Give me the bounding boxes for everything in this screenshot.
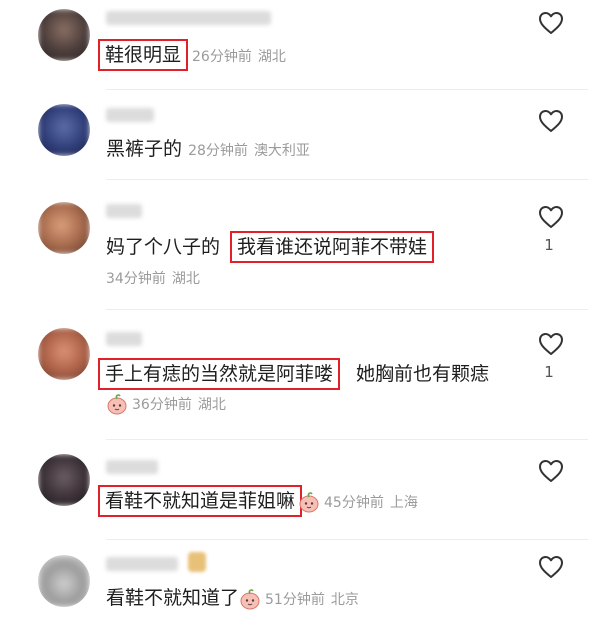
heart-outline-icon[interactable]: [538, 555, 564, 579]
comment-item[interactable]: 手上有痣的当然就是阿菲喽 她胸前也有颗痣 36分钟前 湖北 1: [0, 310, 608, 440]
comment-text: 看鞋不就知道了: [106, 587, 240, 609]
comment-list-page: { "comments": [ {"text": "鞋很明显", "time":…: [0, 0, 608, 640]
comment-text-highlight-box: 我看谁还说阿菲不带娃: [230, 231, 435, 263]
peach-emoji-icon: [298, 491, 320, 513]
username-blurred[interactable]: [106, 11, 271, 25]
comment-location: 湖北: [257, 49, 286, 65]
comment-text-highlight-box: 鞋很明显: [98, 39, 189, 71]
comment-time: 36分钟前: [132, 397, 192, 413]
username-blurred[interactable]: [106, 108, 154, 122]
comment-item[interactable]: 看鞋不就知道了 51分钟前 北京: [0, 540, 608, 640]
username-blurred[interactable]: [106, 332, 142, 346]
reply-text: 我看谁还说阿菲不带娃: [237, 236, 428, 258]
avatar[interactable]: [38, 104, 90, 156]
comment-time: 45分钟前: [324, 495, 384, 511]
username-blurred[interactable]: [106, 204, 142, 218]
comment-time: 51分钟前: [265, 592, 325, 608]
comment-text: 鞋很明显: [105, 44, 182, 66]
comment-location: 北京: [330, 592, 359, 608]
avatar[interactable]: [38, 9, 90, 61]
comment-text: 妈了个八子的: [106, 236, 221, 258]
heart-outline-icon[interactable]: [538, 332, 564, 356]
peach-emoji-icon: [239, 588, 261, 610]
comment-text-highlight-box: 手上有痣的当然就是阿菲喽: [98, 358, 341, 390]
comment-location: 上海: [389, 495, 418, 511]
avatar[interactable]: [38, 328, 90, 380]
heart-outline-icon[interactable]: [538, 109, 564, 133]
comment-time: 28分钟前: [188, 143, 248, 159]
heart-outline-icon[interactable]: [538, 459, 564, 483]
heart-outline-icon[interactable]: [538, 205, 564, 229]
like-count: 1: [544, 363, 554, 381]
comment-item[interactable]: 妈了个八子的 我看谁还说阿菲不带娃 34分钟前 湖北 1: [0, 180, 608, 310]
comment-location: 湖北: [197, 397, 226, 413]
comment-text: 手上有痣的当然就是阿菲喽: [105, 363, 334, 385]
comment-item[interactable]: 黑裤子的 28分钟前 澳大利亚: [0, 90, 608, 180]
comment-item[interactable]: 看鞋不就知道是菲姐嘛 45分钟前 上海: [0, 440, 608, 540]
user-badge-icon: [188, 552, 206, 572]
avatar[interactable]: [38, 202, 90, 254]
comment-item[interactable]: 鞋很明显 26分钟前 湖北: [0, 0, 608, 90]
avatar[interactable]: [38, 555, 90, 607]
peach-emoji-icon: [106, 393, 128, 415]
comment-text: 看鞋不就知道是菲姐嘛: [105, 490, 296, 512]
comment-time: 26分钟前: [192, 49, 252, 65]
comment-text-highlight-box: 看鞋不就知道是菲姐嘛: [98, 485, 303, 517]
comment-trailing-text: 她胸前也有颗痣: [356, 363, 490, 385]
username-blurred[interactable]: [106, 557, 178, 571]
like-count: 1: [544, 236, 554, 254]
comment-location: 湖北: [171, 271, 200, 287]
heart-outline-icon[interactable]: [538, 11, 564, 35]
comment-time: 34分钟前: [106, 271, 166, 287]
avatar[interactable]: [38, 454, 90, 506]
comment-text: 黑裤子的: [106, 138, 183, 160]
username-blurred[interactable]: [106, 460, 158, 474]
comment-location: 澳大利亚: [253, 143, 310, 159]
